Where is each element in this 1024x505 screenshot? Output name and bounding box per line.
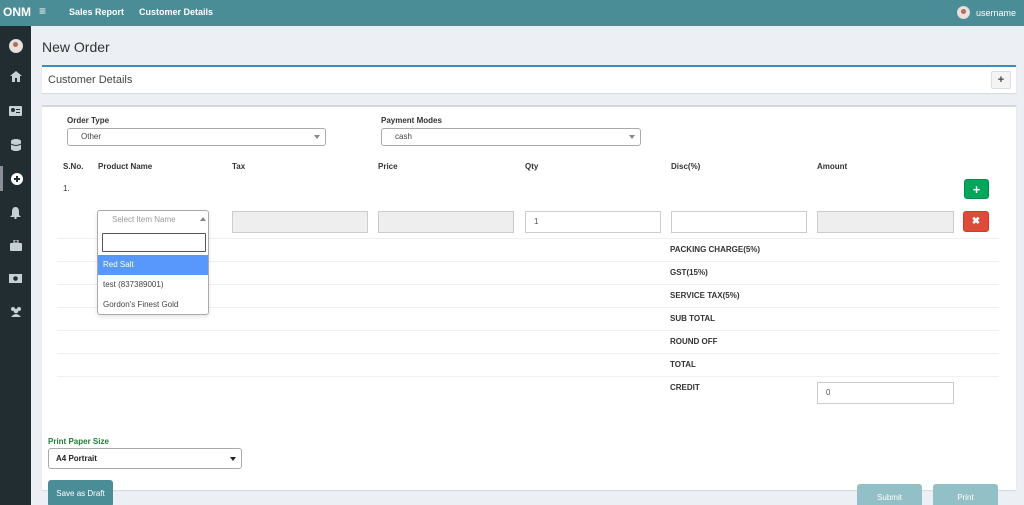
header-amount: Amount	[817, 162, 848, 171]
main-content: New Order Customer Details + Order Type …	[31, 26, 1024, 505]
avatar-icon	[8, 38, 23, 53]
save-as-draft-button[interactable]: Save as Draft	[48, 480, 113, 505]
header-product-name: Product Name	[98, 162, 153, 171]
app-logo[interactable]: ONM	[3, 5, 31, 19]
print-button[interactable]: Print	[933, 484, 998, 505]
paper-size-value: A4 Portrait	[56, 454, 97, 463]
disc-input[interactable]	[671, 211, 807, 233]
header-tax: Tax	[232, 162, 246, 171]
qty-input[interactable]: 1	[525, 211, 661, 233]
username-label: username	[975, 7, 1016, 18]
header-disc: Disc(%)	[671, 162, 701, 171]
product-search-input[interactable]	[102, 233, 206, 252]
product-placeholder: Select Item Name	[112, 215, 176, 224]
chevron-down-icon	[314, 135, 320, 139]
bell-icon[interactable]	[0, 200, 31, 225]
payment-modes-value: cash	[395, 132, 412, 141]
round-off-label: ROUND OFF	[670, 337, 718, 346]
plus-circle-icon[interactable]	[0, 166, 31, 191]
product-dropdown: Select Item Name Red Salt test (83738900…	[97, 210, 209, 315]
briefcase-icon[interactable]	[0, 233, 31, 258]
home-icon[interactable]	[0, 64, 31, 89]
sidebar	[0, 26, 31, 505]
service-tax-label: SERVICE TAX(5%)	[670, 291, 740, 300]
gst-label: GST(15%)	[670, 268, 708, 277]
customer-details-box: Customer Details +	[42, 65, 1016, 93]
nav-customer-details[interactable]: Customer Details	[139, 7, 213, 17]
packing-charge-label: PACKING CHARGE(5%)	[670, 245, 761, 254]
header-price: Price	[378, 162, 398, 171]
product-select[interactable]: Select Item Name	[98, 211, 210, 229]
option-test[interactable]: test (837389001)	[98, 275, 208, 295]
total-label: TOTAL	[670, 360, 696, 369]
sub-total-label: SUB TOTAL	[670, 314, 716, 323]
user-avatar-icon	[956, 6, 970, 19]
user-menu[interactable]: username	[956, 6, 1016, 19]
id-card-icon[interactable]	[0, 98, 31, 123]
order-type-label: Order Type	[67, 116, 110, 125]
users-icon[interactable]	[0, 299, 31, 324]
add-row-button[interactable]: +	[964, 179, 989, 199]
expand-customer-button[interactable]: +	[991, 71, 1011, 89]
option-gordons-finest-gold[interactable]: Gordon's Finest Gold	[98, 295, 208, 315]
payment-modes-select[interactable]: cash	[381, 128, 641, 146]
database-icon[interactable]	[0, 132, 31, 157]
nav-sales-report[interactable]: Sales Report	[69, 7, 124, 17]
tax-field	[232, 211, 368, 233]
chevron-up-icon	[200, 217, 206, 221]
top-navbar: ONM ≡ Sales Report Customer Details user…	[0, 0, 1024, 26]
chevron-down-icon	[629, 135, 635, 139]
credit-input[interactable]: 0	[817, 382, 954, 404]
print-paper-size-label: Print Paper Size	[48, 437, 109, 446]
order-type-value: Other	[81, 132, 102, 141]
money-icon[interactable]	[0, 266, 31, 291]
divider	[57, 330, 999, 331]
amount-field	[817, 211, 954, 233]
option-red-salt[interactable]: Red Salt	[98, 255, 208, 275]
row-sno: 1.	[63, 184, 70, 193]
remove-row-button[interactable]: ✖	[963, 211, 989, 232]
print-paper-size-select[interactable]: A4 Portrait	[48, 448, 242, 469]
price-field	[378, 211, 514, 233]
page-title: New Order	[42, 39, 110, 55]
header-sno: S.No.	[63, 162, 84, 171]
customer-details-title: Customer Details	[48, 74, 133, 86]
header-qty: Qty	[525, 162, 539, 171]
payment-modes-label: Payment Modes	[381, 116, 442, 125]
divider	[57, 376, 999, 377]
caret-down-icon	[230, 457, 236, 461]
hamburger-menu-icon[interactable]: ≡	[39, 4, 46, 18]
credit-label: CREDIT	[670, 383, 700, 392]
order-type-select[interactable]: Other	[67, 128, 326, 146]
divider	[57, 353, 999, 354]
submit-button[interactable]: Submit	[857, 484, 922, 505]
sidebar-avatar-icon[interactable]	[0, 33, 31, 58]
order-form-box: Order Type Other Payment Modes cash S.No…	[42, 105, 1016, 505]
